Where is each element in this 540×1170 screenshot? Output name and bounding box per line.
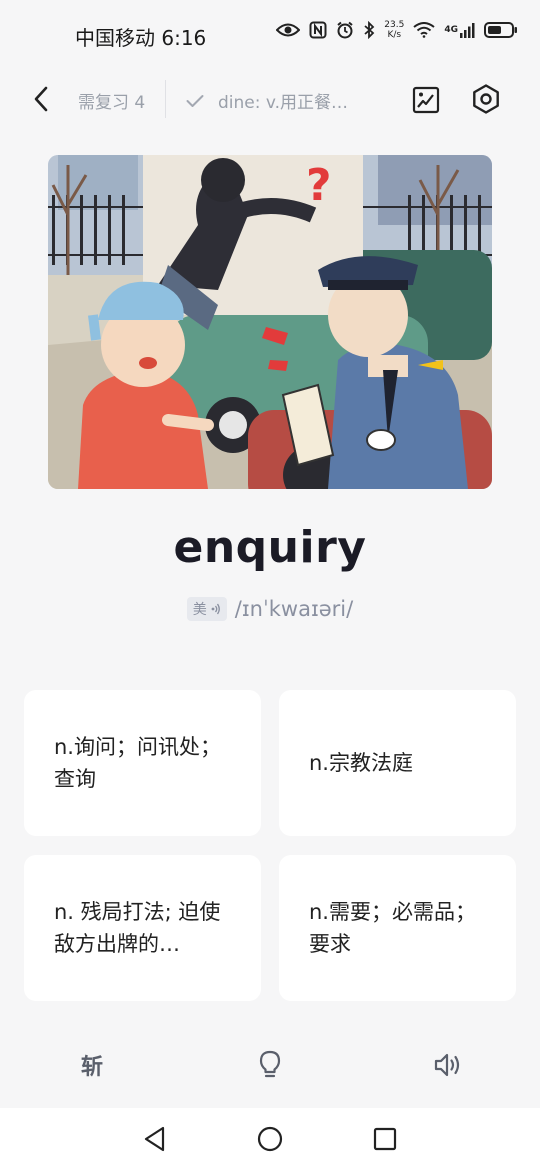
- status-bar: 中国移动 6:16 23.5 K/s 4G: [0, 0, 540, 70]
- alarm-icon: [336, 21, 354, 39]
- system-recents-button[interactable]: [370, 1124, 400, 1154]
- option-text: n.询问；问讯处；查询: [54, 735, 221, 791]
- word-title: enquiry: [173, 522, 367, 573]
- bluetooth-icon: [363, 21, 375, 39]
- nav-divider: [165, 80, 166, 118]
- battery-icon: [484, 21, 518, 39]
- svg-text:?: ?: [306, 160, 332, 211]
- word-illustration: ?: [48, 155, 492, 489]
- review-count[interactable]: 需复习 4: [78, 88, 145, 113]
- check-icon: [186, 94, 204, 107]
- eye-icon: [276, 22, 301, 38]
- lightbulb-icon: [259, 1050, 281, 1078]
- signal-icon: 4G: [444, 22, 475, 38]
- option-text: n. 残局打法; 迫使敌方出牌的…: [54, 900, 221, 956]
- settings-button[interactable]: [467, 80, 505, 118]
- option-text: n.需要；必需品；要求: [309, 900, 476, 956]
- option-card-2[interactable]: n.宗教法庭: [279, 690, 516, 836]
- nav-recents-icon: [373, 1127, 397, 1151]
- back-button[interactable]: [24, 82, 58, 116]
- carrier-time: 中国移动 6:16: [75, 26, 207, 50]
- image-icon: [412, 86, 440, 114]
- bottom-toolbar: 斩: [0, 1040, 540, 1090]
- accent-label: 美: [192, 602, 207, 618]
- hint-button[interactable]: [245, 1040, 295, 1090]
- system-back-button[interactable]: [140, 1124, 170, 1154]
- previous-word[interactable]: dine: v.用正餐…: [186, 88, 348, 113]
- status-icons: 23.5 K/s 4G: [276, 20, 518, 40]
- phonetic-text: /ɪnˈkwaɪəri/: [234, 597, 354, 621]
- system-nav-bar: [0, 1108, 540, 1170]
- nav-back-icon: [144, 1126, 165, 1152]
- settings-icon: [473, 84, 499, 114]
- back-icon: [34, 86, 48, 112]
- option-card-1[interactable]: n.询问；问讯处；查询: [24, 690, 261, 836]
- pronounce-button[interactable]: [423, 1040, 473, 1090]
- chop-button[interactable]: 斩: [67, 1040, 117, 1090]
- accent-badge[interactable]: 美: [186, 597, 227, 621]
- option-text: n.宗教法庭: [309, 751, 413, 775]
- wifi-icon: [413, 22, 435, 38]
- nfc-icon: [309, 21, 327, 39]
- image-toggle-button[interactable]: [408, 82, 444, 118]
- top-nav: 需复习 4 dine: v.用正餐…: [0, 72, 540, 128]
- system-home-button[interactable]: [255, 1124, 285, 1154]
- sound-wave-icon: [211, 603, 220, 615]
- nav-home-icon: [257, 1126, 283, 1152]
- option-card-3[interactable]: n. 残局打法; 迫使敌方出牌的…: [24, 855, 261, 1001]
- previous-word-text: dine: v.用正餐…: [218, 93, 349, 113]
- net-speed: 23.5 K/s: [384, 20, 405, 40]
- option-card-4[interactable]: n.需要；必需品；要求: [279, 855, 516, 1001]
- pronunciation-row[interactable]: 美 /ɪnˈkwaɪəri/: [0, 597, 540, 621]
- speaker-icon: [434, 1053, 460, 1077]
